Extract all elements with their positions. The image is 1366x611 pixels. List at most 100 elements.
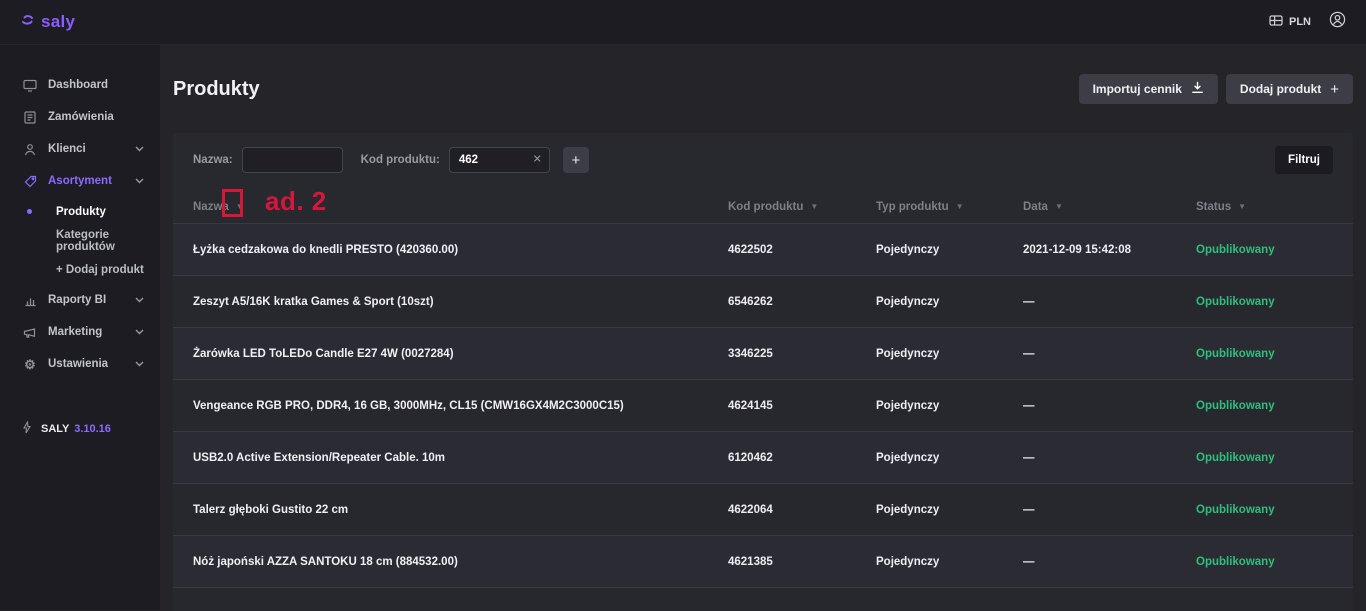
table-body: Łyżka cedzakowa do knedli PRESTO (420360…: [193, 224, 1333, 588]
sidebar-item-dashboard[interactable]: Dashboard: [0, 69, 160, 101]
saly-logo-icon: [20, 12, 36, 33]
product-code-cell: 6120462: [728, 452, 876, 464]
product-date-cell: —: [1023, 556, 1196, 568]
sidebar-item-label: Zamówienia: [48, 111, 114, 123]
add-button-label: Dodaj produkt: [1240, 82, 1321, 96]
table-header: Nazwa ▼ Kod produktu ▼ Typ produktu ▼ Da…: [173, 190, 1353, 224]
name-filter-label: Nazwa:: [193, 154, 233, 166]
sort-arrow-icon: ▼: [956, 203, 964, 211]
product-status-cell: Opublikowany: [1196, 504, 1333, 516]
product-status-cell: Opublikowany: [1196, 556, 1333, 568]
column-header-data[interactable]: Data ▼: [1023, 201, 1196, 213]
sidebar-item-label: Dashboard: [48, 79, 108, 91]
gear-icon: ⚙: [22, 358, 38, 371]
saly-logo-text: saly: [41, 12, 75, 32]
product-name-cell: Zeszyt A5/16K kratka Games & Sport (10sz…: [193, 296, 728, 308]
table-row[interactable]: USB2.0 Active Extension/Repeater Cable. …: [173, 432, 1353, 484]
product-name-cell: Nóż japoński AZZA SANTOKU 18 cm (884532.…: [193, 556, 728, 568]
product-status-cell: Opublikowany: [1196, 244, 1333, 256]
column-label: Data: [1023, 201, 1048, 213]
account-button[interactable]: [1329, 11, 1346, 33]
sidebar-item-asortyment[interactable]: Asortyment: [0, 165, 160, 197]
assortment-tag-icon: [22, 175, 38, 188]
download-icon: [1191, 81, 1204, 97]
product-code-cell: 6546262: [728, 296, 876, 308]
sidebar-item-label: Marketing: [48, 326, 102, 338]
column-label: Typ produktu: [876, 201, 949, 213]
sidebar-subitem-label: + Dodaj produkt: [56, 264, 144, 276]
product-type-cell: Pojedynczy: [876, 348, 1023, 360]
sidebar-item-ustawienia[interactable]: ⚙ Ustawienia: [0, 348, 160, 380]
product-code-cell: 3346225: [728, 348, 876, 360]
sidebar-item-label: Asortyment: [48, 175, 112, 187]
sidebar-item-label: Raporty BI: [48, 294, 106, 306]
product-name-cell: Talerz głęboki Gustito 22 cm: [193, 504, 728, 516]
user-icon: [1329, 11, 1346, 33]
product-code-cell: 4621385: [728, 556, 876, 568]
column-header-status[interactable]: Status ▼: [1196, 201, 1333, 213]
products-panel: Nazwa: Kod produktu: ✕ + Filtruj Nazwa ▼…: [173, 133, 1353, 611]
main-content: Produkty Importuj cennik Dodaj produkt +: [160, 45, 1366, 610]
column-label: Nazwa: [193, 201, 229, 213]
chevron-down-icon: [135, 361, 144, 367]
code-filter-label: Kod produktu:: [361, 154, 440, 166]
product-date-cell: —: [1023, 348, 1196, 360]
version-bolt-icon: [22, 421, 32, 437]
sidebar-subitem-produkty[interactable]: Produkty: [0, 197, 160, 226]
sidebar-subitem-dodaj-produkt[interactable]: + Dodaj produkt: [0, 255, 160, 284]
sidebar-item-marketing[interactable]: Marketing: [0, 316, 160, 348]
column-header-kod-produktu[interactable]: Kod produktu ▼: [728, 201, 876, 213]
product-type-cell: Pojedynczy: [876, 556, 1023, 568]
product-code-cell: 4624145: [728, 400, 876, 412]
app-version-number: 3.10.16: [74, 423, 111, 435]
clients-icon: [22, 143, 38, 156]
add-product-button[interactable]: Dodaj produkt +: [1226, 74, 1353, 104]
column-header-typ-produktu[interactable]: Typ produktu ▼: [876, 201, 1023, 213]
import-pricelist-button[interactable]: Importuj cennik: [1079, 74, 1218, 104]
table-row[interactable]: Talerz głęboki Gustito 22 cm 4622064 Poj…: [173, 484, 1353, 536]
reports-chart-icon: [22, 294, 38, 307]
product-date-cell: —: [1023, 452, 1196, 464]
clear-filter-icon[interactable]: ✕: [533, 155, 542, 166]
table-row[interactable]: Vengeance RGB PRO, DDR4, 16 GB, 3000MHz,…: [173, 380, 1353, 432]
product-date-cell: 2021-12-09 15:42:08: [1023, 244, 1196, 256]
product-code-cell: 4622502: [728, 244, 876, 256]
sort-arrow-icon: ▼: [810, 203, 818, 211]
sidebar-item-zamowienia[interactable]: Zamówienia: [0, 101, 160, 133]
sidebar-nav: Dashboard Zamówienia Klienci: [0, 69, 160, 380]
column-header-nazwa[interactable]: Nazwa ▼: [193, 201, 728, 213]
page-title: Produkty: [173, 78, 260, 101]
sort-arrow-icon: ▼: [1055, 203, 1063, 211]
sidebar-item-label: Ustawienia: [48, 358, 108, 370]
table-row[interactable]: Zeszyt A5/16K kratka Games & Sport (10sz…: [173, 276, 1353, 328]
filter-button[interactable]: Filtruj: [1275, 146, 1333, 174]
plus-icon: +: [1330, 82, 1339, 97]
currency-selector[interactable]: PLN: [1269, 15, 1311, 29]
sidebar-item-label: Klienci: [48, 143, 86, 155]
table-row[interactable]: Nóż japoński AZZA SANTOKU 18 cm (884532.…: [173, 536, 1353, 588]
sidebar-subitem-kategorie-produktow[interactable]: Kategorie produktów: [0, 226, 160, 255]
product-type-cell: Pojedynczy: [876, 504, 1023, 516]
chevron-down-icon: [135, 146, 144, 152]
sidebar-subitem-label: Produkty: [56, 206, 106, 218]
column-label: Kod produktu: [728, 201, 803, 213]
sidebar-subitem-label: Kategorie produktów: [56, 229, 160, 253]
app-name: SALY: [41, 423, 69, 435]
app-version: SALY 3.10.16: [22, 421, 111, 437]
filter-bar: Nazwa: Kod produktu: ✕ + Filtruj: [193, 147, 1333, 173]
product-type-cell: Pojedynczy: [876, 400, 1023, 412]
chevron-down-icon: [135, 329, 144, 335]
table-row[interactable]: Łyżka cedzakowa do knedli PRESTO (420360…: [173, 224, 1353, 276]
sidebar-item-klienci[interactable]: Klienci: [0, 133, 160, 165]
sidebar-item-raporty-bi[interactable]: Raporty BI: [0, 284, 160, 316]
add-filter-button[interactable]: +: [563, 147, 589, 173]
table-row[interactable]: Żarówka LED ToLEDo Candle E27 4W (002728…: [173, 328, 1353, 380]
chevron-down-icon: [135, 178, 144, 184]
product-date-cell: —: [1023, 296, 1196, 308]
product-name-cell: USB2.0 Active Extension/Repeater Cable. …: [193, 452, 728, 464]
product-status-cell: Opublikowany: [1196, 400, 1333, 412]
sidebar: Dashboard Zamówienia Klienci: [0, 45, 160, 610]
saly-logo[interactable]: saly: [20, 12, 75, 33]
name-filter-input[interactable]: [242, 147, 343, 173]
orders-icon: [22, 111, 38, 124]
